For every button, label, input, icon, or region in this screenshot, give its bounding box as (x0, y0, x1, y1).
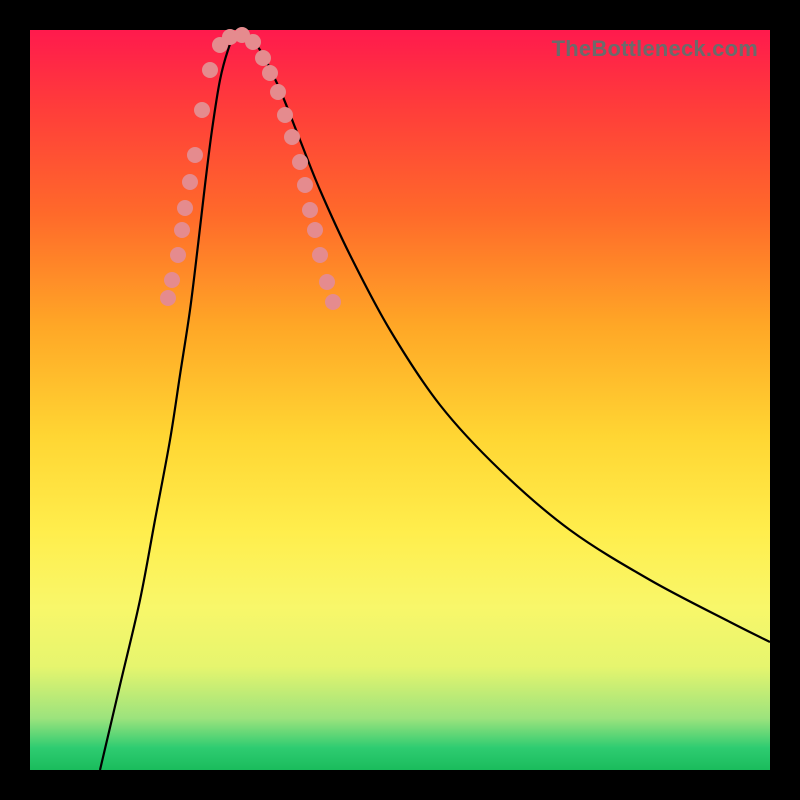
highlight-dot (262, 65, 278, 81)
highlight-dot (187, 147, 203, 163)
highlight-dot (164, 272, 180, 288)
bottleneck-curve (100, 33, 770, 770)
highlight-dots-group (160, 27, 341, 310)
highlight-dot (177, 200, 193, 216)
highlight-dot (174, 222, 190, 238)
highlight-dot (182, 174, 198, 190)
highlight-dot (307, 222, 323, 238)
highlight-dot (202, 62, 218, 78)
highlight-dot (292, 154, 308, 170)
highlight-dot (160, 290, 176, 306)
highlight-dot (277, 107, 293, 123)
highlight-dot (325, 294, 341, 310)
highlight-dot (170, 247, 186, 263)
highlight-dot (194, 102, 210, 118)
chart-frame: TheBottleneck.com (0, 0, 800, 800)
highlight-dot (297, 177, 313, 193)
plot-area: TheBottleneck.com (30, 30, 770, 770)
highlight-dot (302, 202, 318, 218)
highlight-dot (284, 129, 300, 145)
highlight-dot (312, 247, 328, 263)
highlight-dot (319, 274, 335, 290)
highlight-dot (270, 84, 286, 100)
highlight-dot (255, 50, 271, 66)
curve-svg (30, 30, 770, 770)
highlight-dot (245, 34, 261, 50)
